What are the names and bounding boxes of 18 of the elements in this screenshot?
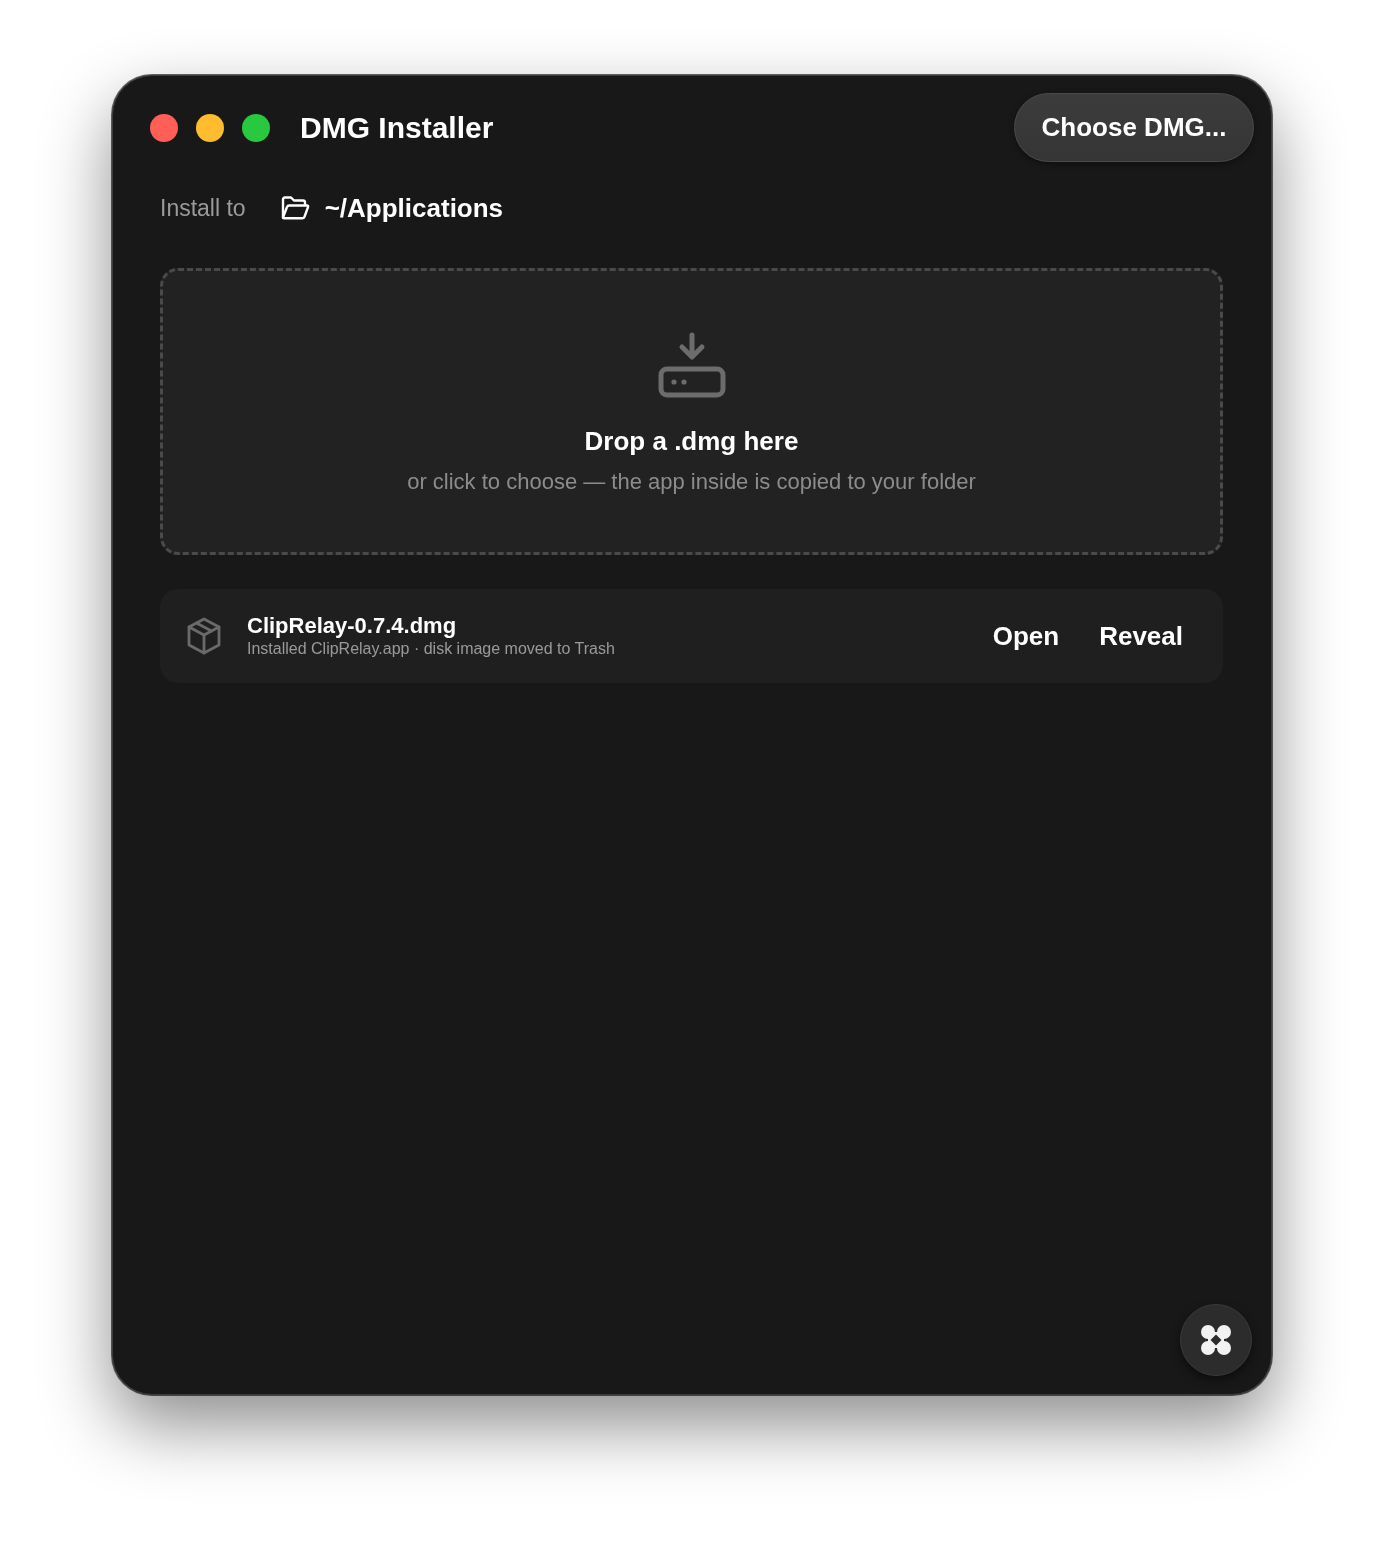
package-icon bbox=[186, 617, 222, 655]
close-icon[interactable] bbox=[150, 113, 178, 142]
choose-dmg-button[interactable]: Choose DMG... bbox=[1014, 93, 1254, 162]
destination-path[interactable]: ~/Applications bbox=[324, 192, 504, 224]
four-lobe-icon bbox=[1200, 1324, 1232, 1356]
zoom-icon[interactable] bbox=[242, 113, 270, 142]
action-button[interactable]: Open bbox=[972, 612, 1080, 660]
drop-zone[interactable]: Drop a .dmg here or click to choose — the app inside is copied to your folder bbox=[160, 268, 1223, 555]
install-status: Installed ClipRelay.app · disk image moved to Trash bbox=[247, 639, 615, 659]
folder-icon bbox=[279, 195, 310, 221]
drop-hint: or click to choose — the app inside is copied to your folder bbox=[407, 469, 976, 495]
minimize-icon[interactable] bbox=[196, 113, 224, 142]
action-button[interactable]: Reveal bbox=[1079, 612, 1203, 660]
download-tray-icon bbox=[657, 332, 726, 398]
file-name: ClipRelay-0.7.4.dmg bbox=[247, 613, 458, 639]
window-title: DMG Installer bbox=[300, 110, 494, 145]
drop-title: Drop a .dmg here bbox=[584, 426, 799, 457]
install-to-label: Install to bbox=[160, 194, 246, 222]
